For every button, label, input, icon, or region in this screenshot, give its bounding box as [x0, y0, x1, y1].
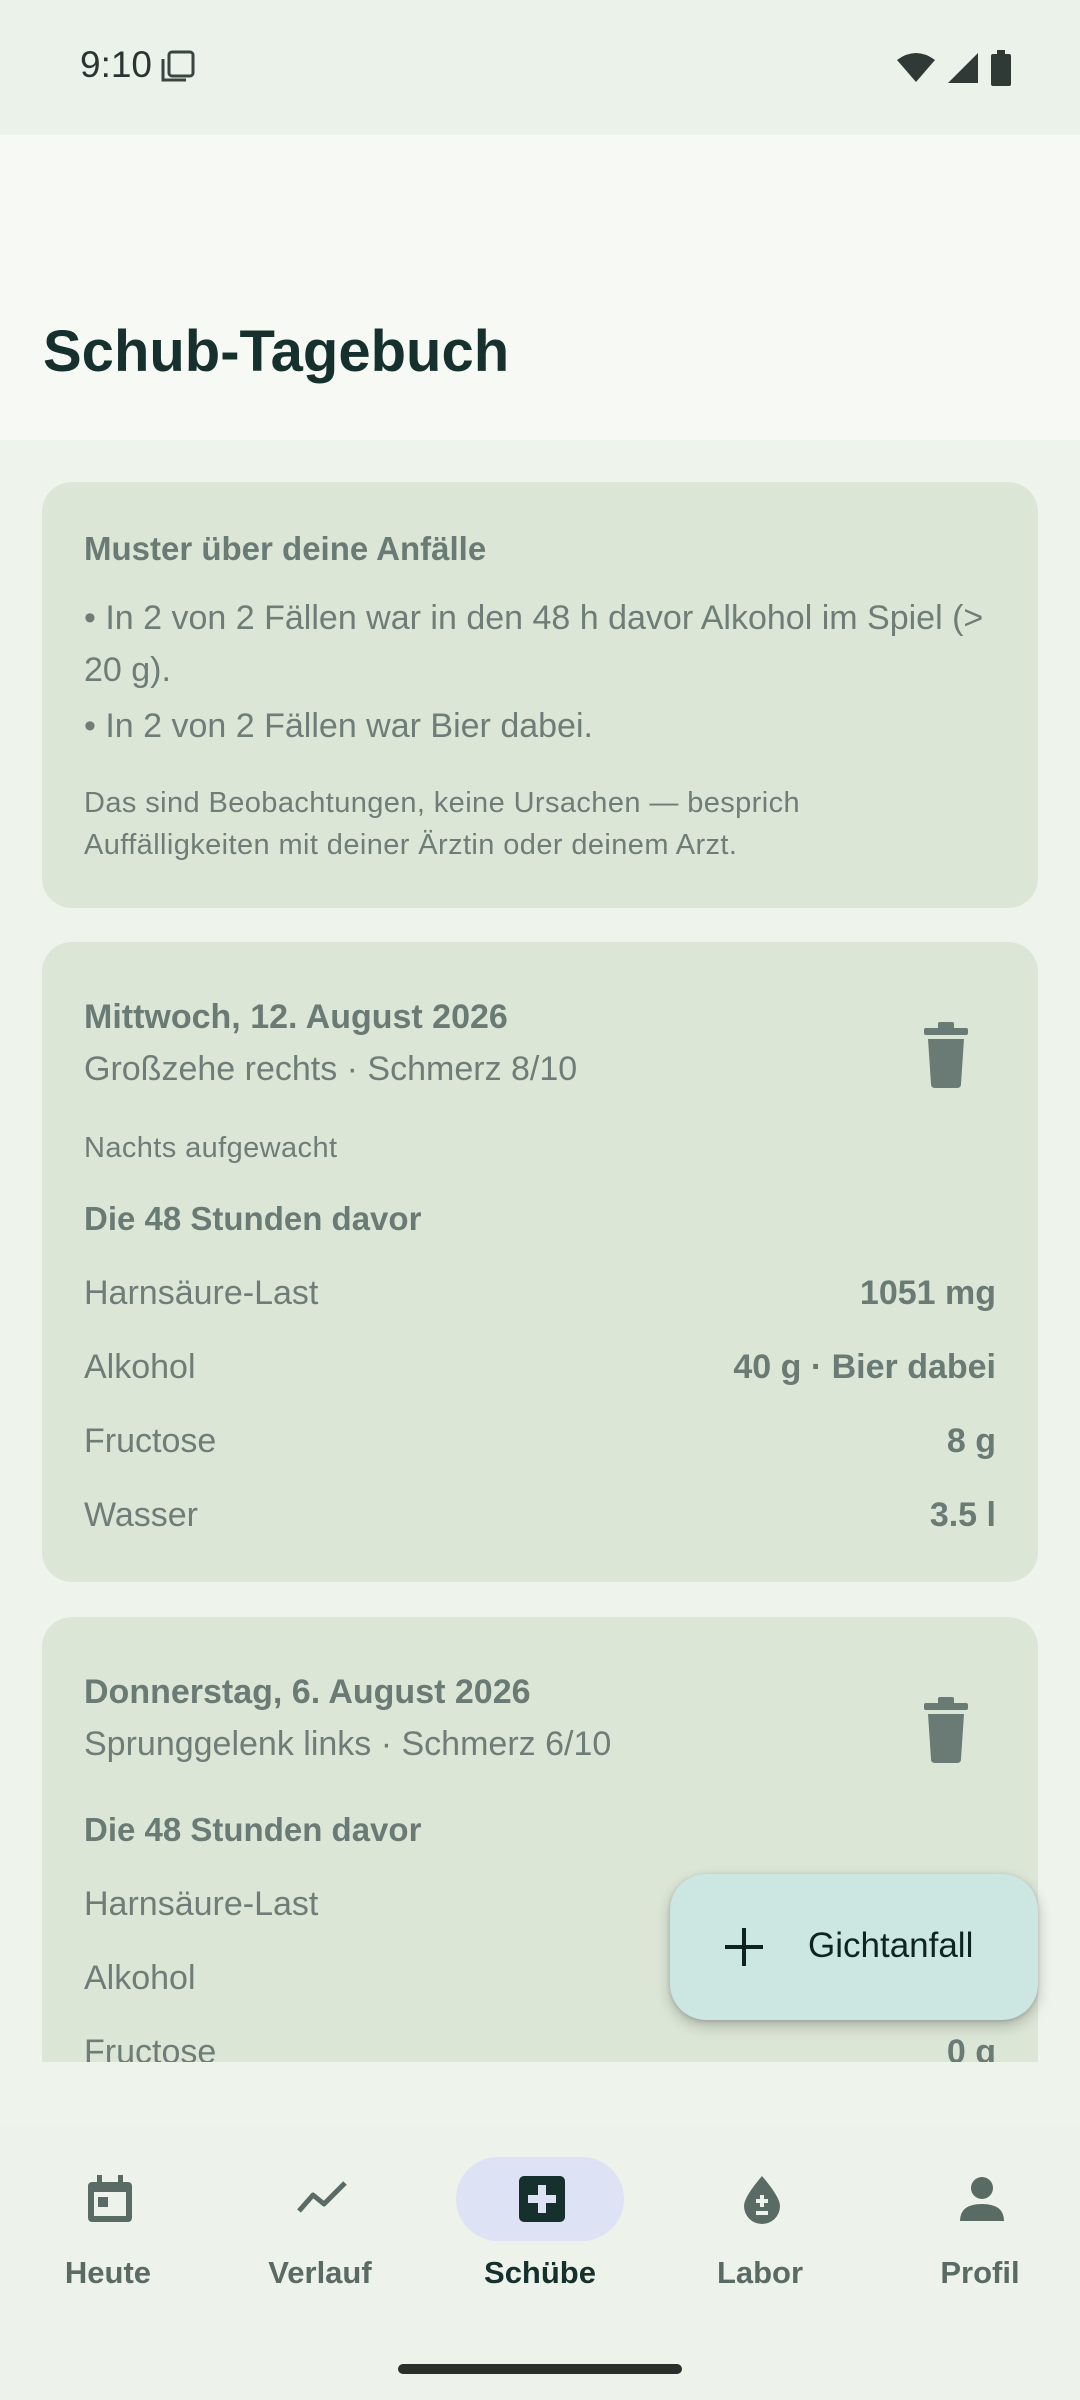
stat-label: Fructose — [84, 2033, 217, 2062]
stat-label: Fructose — [84, 1422, 217, 1460]
flare-entry-card[interactable]: Mittwoch, 12. August 2026 Großzehe recht… — [42, 942, 1038, 1582]
app-bar — [0, 135, 1080, 440]
pattern-bullet: • In 2 von 2 Fällen war Bier dabei. — [84, 707, 593, 745]
section-title-48h: Die 48 Stunden davor — [84, 1811, 422, 1848]
bottom-navigation: Heute Verlauf Schübe Labor Profil — [0, 2125, 1080, 2400]
nav-item-heute[interactable]: Heute — [0, 2125, 216, 2325]
nav-label: Verlauf — [268, 2255, 372, 2290]
nav-label: Schübe — [484, 2255, 596, 2290]
battery-icon — [991, 50, 1011, 86]
flare-date: Mittwoch, 12. August 2026 — [84, 998, 508, 1036]
section-title-48h: Die 48 Stunden davor — [84, 1200, 422, 1237]
nav-item-verlauf[interactable]: Verlauf — [212, 2125, 428, 2325]
pattern-disclaimer: Das sind Beobachtungen, keine Ursachen —… — [84, 787, 801, 861]
nav-item-schuebe[interactable]: Schübe — [432, 2125, 648, 2325]
nav-item-labor[interactable]: Labor — [652, 2125, 868, 2325]
screenshot-notification-icon — [161, 50, 195, 82]
stat-value: 8 g — [946, 1422, 996, 1460]
flare-date: Donnerstag, 6. August 2026 — [84, 1673, 531, 1711]
blood-drop-icon — [744, 2176, 780, 2224]
nav-label: Profil — [940, 2255, 1020, 2290]
stat-label: Alkohol — [84, 1348, 196, 1386]
flare-location-pain: Sprunggelenk links · Schmerz 6/10 — [84, 1725, 612, 1763]
flare-location-pain: Großzehe rechts · Schmerz 8/10 — [84, 1050, 578, 1088]
home-gesture-bar[interactable] — [398, 2364, 682, 2374]
status-bar: 9:10 — [0, 0, 1080, 135]
person-icon — [960, 2177, 1004, 2221]
flare-list[interactable]: Muster über deine Anfälle • In 2 von 2 F… — [0, 440, 1080, 2062]
wifi-icon — [897, 53, 935, 82]
pattern-bullet: • In 2 von 2 Fällen war in den 48 h davo… — [84, 599, 984, 689]
add-flare-fab[interactable]: Gichtanfall — [670, 1874, 1038, 2020]
stat-label: Harnsäure-Last — [84, 1885, 319, 1923]
status-icons — [896, 48, 1012, 88]
stat-label: Alkohol — [84, 1959, 196, 1997]
flare-note: Nachts aufgewacht — [84, 1132, 338, 1164]
page-title: Schub-Tagebuch — [43, 319, 510, 384]
pattern-summary-card: Muster über deine Anfälle • In 2 von 2 F… — [42, 482, 1038, 908]
plus-icon — [725, 1928, 763, 1966]
fab-label: Gichtanfall — [808, 1926, 974, 1965]
nav-item-profil[interactable]: Profil — [872, 2125, 1080, 2325]
nav-label: Heute — [64, 2255, 152, 2290]
stat-value: 40 g · Bier dabei — [733, 1348, 996, 1386]
pattern-card-title: Muster über deine Anfälle — [84, 530, 487, 567]
medical-cross-icon — [519, 2176, 565, 2222]
stat-label: Harnsäure-Last — [84, 1274, 319, 1312]
delete-trash-icon[interactable] — [916, 1697, 976, 1763]
trend-line-icon — [297, 2181, 347, 2213]
screen: 9:10 Schub-Tagebuch Muster über deine An… — [0, 0, 1080, 2400]
stat-label: Wasser — [84, 1496, 198, 1534]
stat-value: 0 g — [946, 2033, 996, 2062]
cellular-signal-icon — [948, 53, 978, 83]
nav-label: Labor — [716, 2255, 804, 2290]
stat-value: 1051 mg — [859, 1274, 996, 1312]
delete-trash-icon[interactable] — [916, 1022, 976, 1088]
stat-value: 3.5 l — [929, 1496, 996, 1534]
calendar-icon — [88, 2175, 132, 2222]
status-time: 9:10 — [80, 44, 153, 85]
